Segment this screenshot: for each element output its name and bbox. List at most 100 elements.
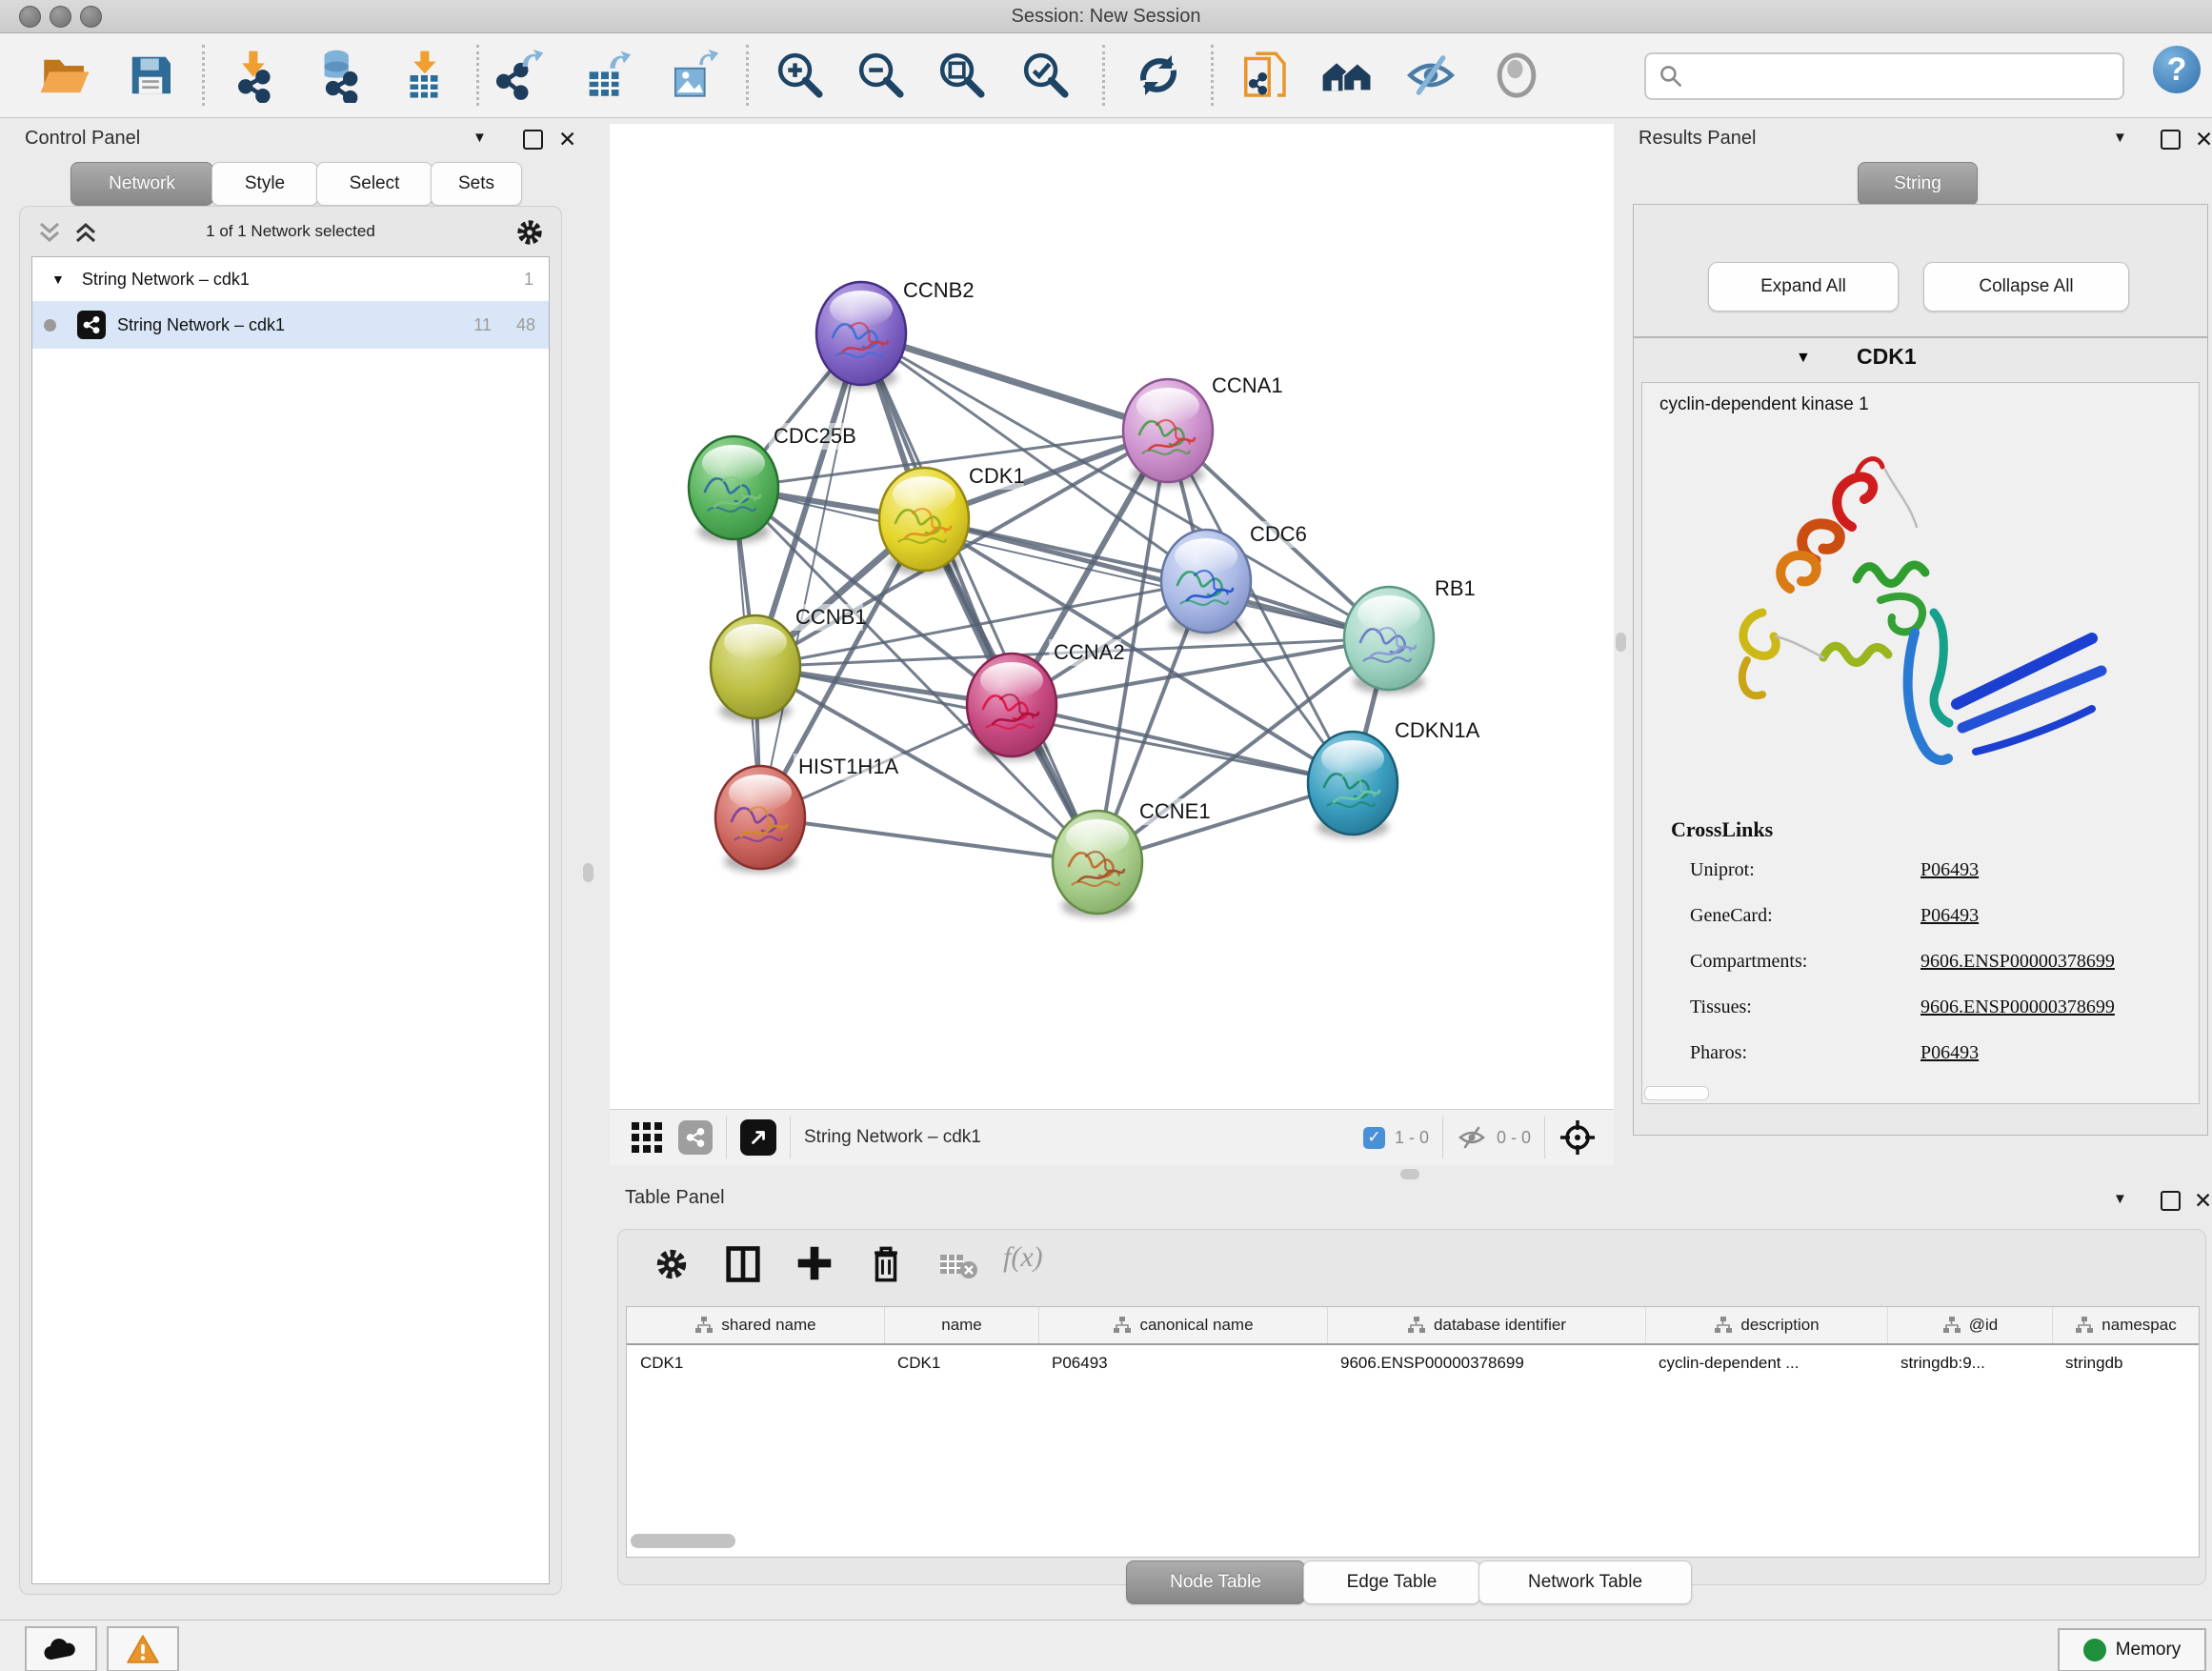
gene-disclosure-icon[interactable]: ▼ bbox=[1796, 350, 1811, 367]
function-builder-icon: f(x) bbox=[1003, 1241, 1043, 1274]
network-node-cdc25b[interactable] bbox=[689, 436, 778, 543]
expand-all-button[interactable]: Expand All bbox=[1708, 262, 1899, 312]
column-header[interactable]: canonical name bbox=[1038, 1307, 1327, 1343]
export-table-button[interactable] bbox=[574, 45, 635, 106]
help-button[interactable]: ? bbox=[2153, 46, 2201, 93]
column-header[interactable]: database identifier bbox=[1327, 1307, 1645, 1343]
table-panel-float-icon[interactable] bbox=[2161, 1191, 2181, 1211]
export-image-button[interactable] bbox=[662, 45, 723, 106]
import-network-from-database-button[interactable] bbox=[308, 45, 369, 106]
update-network-button[interactable] bbox=[1128, 45, 1189, 106]
crosslink-value-link[interactable]: 9606.ENSP00000378699 bbox=[1920, 951, 2115, 973]
table-gear-icon[interactable] bbox=[654, 1247, 689, 1281]
network-tree-root-row[interactable]: ▼ String Network – cdk1 1 bbox=[32, 257, 549, 301]
network-edge[interactable] bbox=[760, 817, 1097, 862]
network-icon-gray[interactable] bbox=[678, 1120, 713, 1155]
cell-id[interactable]: stringdb:9... bbox=[1887, 1354, 2052, 1373]
delete-column-trash-icon[interactable] bbox=[868, 1243, 904, 1285]
show-all-button-disabled[interactable] bbox=[1486, 45, 1547, 106]
open-in-window-icon[interactable] bbox=[740, 1119, 776, 1156]
tab-network[interactable]: Network bbox=[70, 162, 213, 206]
search-input[interactable] bbox=[1690, 66, 2122, 88]
cell-name[interactable]: CDK1 bbox=[884, 1354, 1038, 1373]
table-horizontal-scrollbar[interactable] bbox=[631, 1534, 735, 1548]
control-panel-close-icon[interactable]: ✕ bbox=[558, 131, 576, 148]
results-panel-float-icon[interactable] bbox=[2161, 130, 2181, 150]
network-node-ccnb2[interactable] bbox=[816, 282, 906, 389]
selected-checkbox[interactable]: ✓ bbox=[1363, 1127, 1385, 1149]
crosslink-value-link[interactable]: 9606.ENSP00000378699 bbox=[1920, 997, 2115, 1018]
results-horizontal-scrollbar[interactable] bbox=[1644, 1086, 1709, 1100]
tab-node-table[interactable]: Node Table bbox=[1126, 1560, 1305, 1604]
network-edge[interactable] bbox=[861, 333, 1168, 431]
network-node-cdkn1a[interactable] bbox=[1308, 732, 1398, 838]
network-node-ccne1[interactable] bbox=[1053, 811, 1142, 917]
hide-selected-button[interactable] bbox=[1400, 45, 1461, 106]
results-panel-collapse-icon[interactable]: ▼ bbox=[2113, 130, 2127, 146]
network-edge[interactable] bbox=[861, 333, 1097, 862]
column-header[interactable]: name bbox=[884, 1307, 1038, 1343]
network-node-rb1[interactable] bbox=[1344, 587, 1434, 694]
string-app-document-button[interactable] bbox=[1234, 45, 1295, 106]
zoom-out-button[interactable] bbox=[851, 45, 912, 106]
column-header[interactable]: namespac bbox=[2052, 1307, 2199, 1343]
zoom-selected-button[interactable] bbox=[1016, 45, 1076, 106]
import-table-from-file-button[interactable] bbox=[393, 45, 454, 106]
window-close-traffic-light[interactable] bbox=[19, 6, 41, 28]
cell-shared-name[interactable]: CDK1 bbox=[627, 1354, 884, 1373]
grid-view-icon[interactable] bbox=[631, 1121, 663, 1154]
network-edge[interactable] bbox=[1012, 705, 1353, 783]
table-panel-collapse-icon[interactable]: ▼ bbox=[2113, 1191, 2127, 1207]
network-node-ccna1[interactable] bbox=[1123, 379, 1213, 486]
column-header[interactable]: description bbox=[1645, 1307, 1887, 1343]
network-tree-child-row[interactable]: String Network – cdk1 11 48 bbox=[32, 301, 549, 349]
network-node-ccnb1[interactable] bbox=[711, 615, 800, 722]
column-header[interactable]: @id bbox=[1887, 1307, 2052, 1343]
network-node-ccna2[interactable] bbox=[967, 654, 1056, 760]
left-splitter-handle[interactable] bbox=[583, 863, 593, 882]
cell-canonical-name[interactable]: P06493 bbox=[1038, 1354, 1327, 1373]
cell-namespace[interactable]: stringdb bbox=[2052, 1354, 2199, 1373]
export-network-button[interactable] bbox=[489, 45, 550, 106]
cell-description[interactable]: cyclin-dependent ... bbox=[1645, 1354, 1887, 1373]
import-network-from-file-button[interactable] bbox=[222, 45, 283, 106]
tab-edge-table[interactable]: Edge Table bbox=[1303, 1560, 1480, 1604]
window-zoom-traffic-light[interactable] bbox=[80, 6, 102, 28]
save-session-button[interactable] bbox=[120, 45, 181, 106]
disclosure-triangle-icon[interactable]: ▼ bbox=[51, 272, 65, 287]
open-session-button[interactable] bbox=[34, 45, 95, 106]
window-minimize-traffic-light[interactable] bbox=[50, 6, 71, 28]
add-column-plus-icon[interactable] bbox=[795, 1243, 834, 1283]
zoom-in-button[interactable] bbox=[770, 45, 831, 106]
control-panel-float-icon[interactable] bbox=[523, 130, 543, 150]
results-panel-close-icon[interactable]: ✕ bbox=[2195, 131, 2212, 148]
tab-sets[interactable]: Sets bbox=[431, 162, 522, 206]
column-header[interactable]: shared name bbox=[627, 1307, 884, 1343]
collapse-all-button[interactable]: Collapse All bbox=[1923, 262, 2129, 312]
control-panel-collapse-icon[interactable]: ▼ bbox=[473, 130, 487, 146]
tab-select[interactable]: Select bbox=[316, 162, 432, 206]
application-window: Session: New Session bbox=[0, 0, 2212, 1671]
crosslink-value-link[interactable]: P06493 bbox=[1920, 905, 1979, 927]
zoom-fit-button[interactable] bbox=[932, 45, 993, 106]
birds-eye-view-icon[interactable] bbox=[1558, 1118, 1597, 1157]
crosslink-value-link[interactable]: P06493 bbox=[1920, 859, 1979, 881]
cell-database-identifier[interactable]: 9606.ENSP00000378699 bbox=[1327, 1354, 1645, 1373]
bottom-splitter-handle[interactable] bbox=[1400, 1169, 1419, 1179]
warnings-button[interactable] bbox=[107, 1626, 179, 1671]
network-node-hist1h1a[interactable] bbox=[715, 766, 805, 873]
memory-button[interactable]: Memory bbox=[2058, 1628, 2206, 1671]
network-node-cdk1[interactable] bbox=[879, 468, 969, 574]
cloud-status-button[interactable] bbox=[25, 1626, 97, 1671]
gear-icon[interactable] bbox=[515, 218, 544, 247]
tab-style[interactable]: Style bbox=[211, 162, 318, 206]
network-node-cdc6[interactable] bbox=[1161, 530, 1251, 636]
table-panel-close-icon[interactable]: ✕ bbox=[2194, 1193, 2212, 1209]
network-canvas[interactable]: CCNB2CCNA1CDC25BCDK1CDC6RB1CCNB1CCNA2CDK… bbox=[610, 124, 1614, 1109]
tab-network-table[interactable]: Network Table bbox=[1478, 1560, 1692, 1604]
tab-string[interactable]: String bbox=[1858, 162, 1978, 206]
crosslink-value-link[interactable]: P06493 bbox=[1920, 1042, 1979, 1064]
table-row[interactable]: CDK1 CDK1 P06493 9606.ENSP00000378699 cy… bbox=[627, 1345, 2199, 1381]
first-neighbors-button[interactable] bbox=[1317, 45, 1377, 106]
show-columns-icon[interactable] bbox=[725, 1245, 761, 1283]
